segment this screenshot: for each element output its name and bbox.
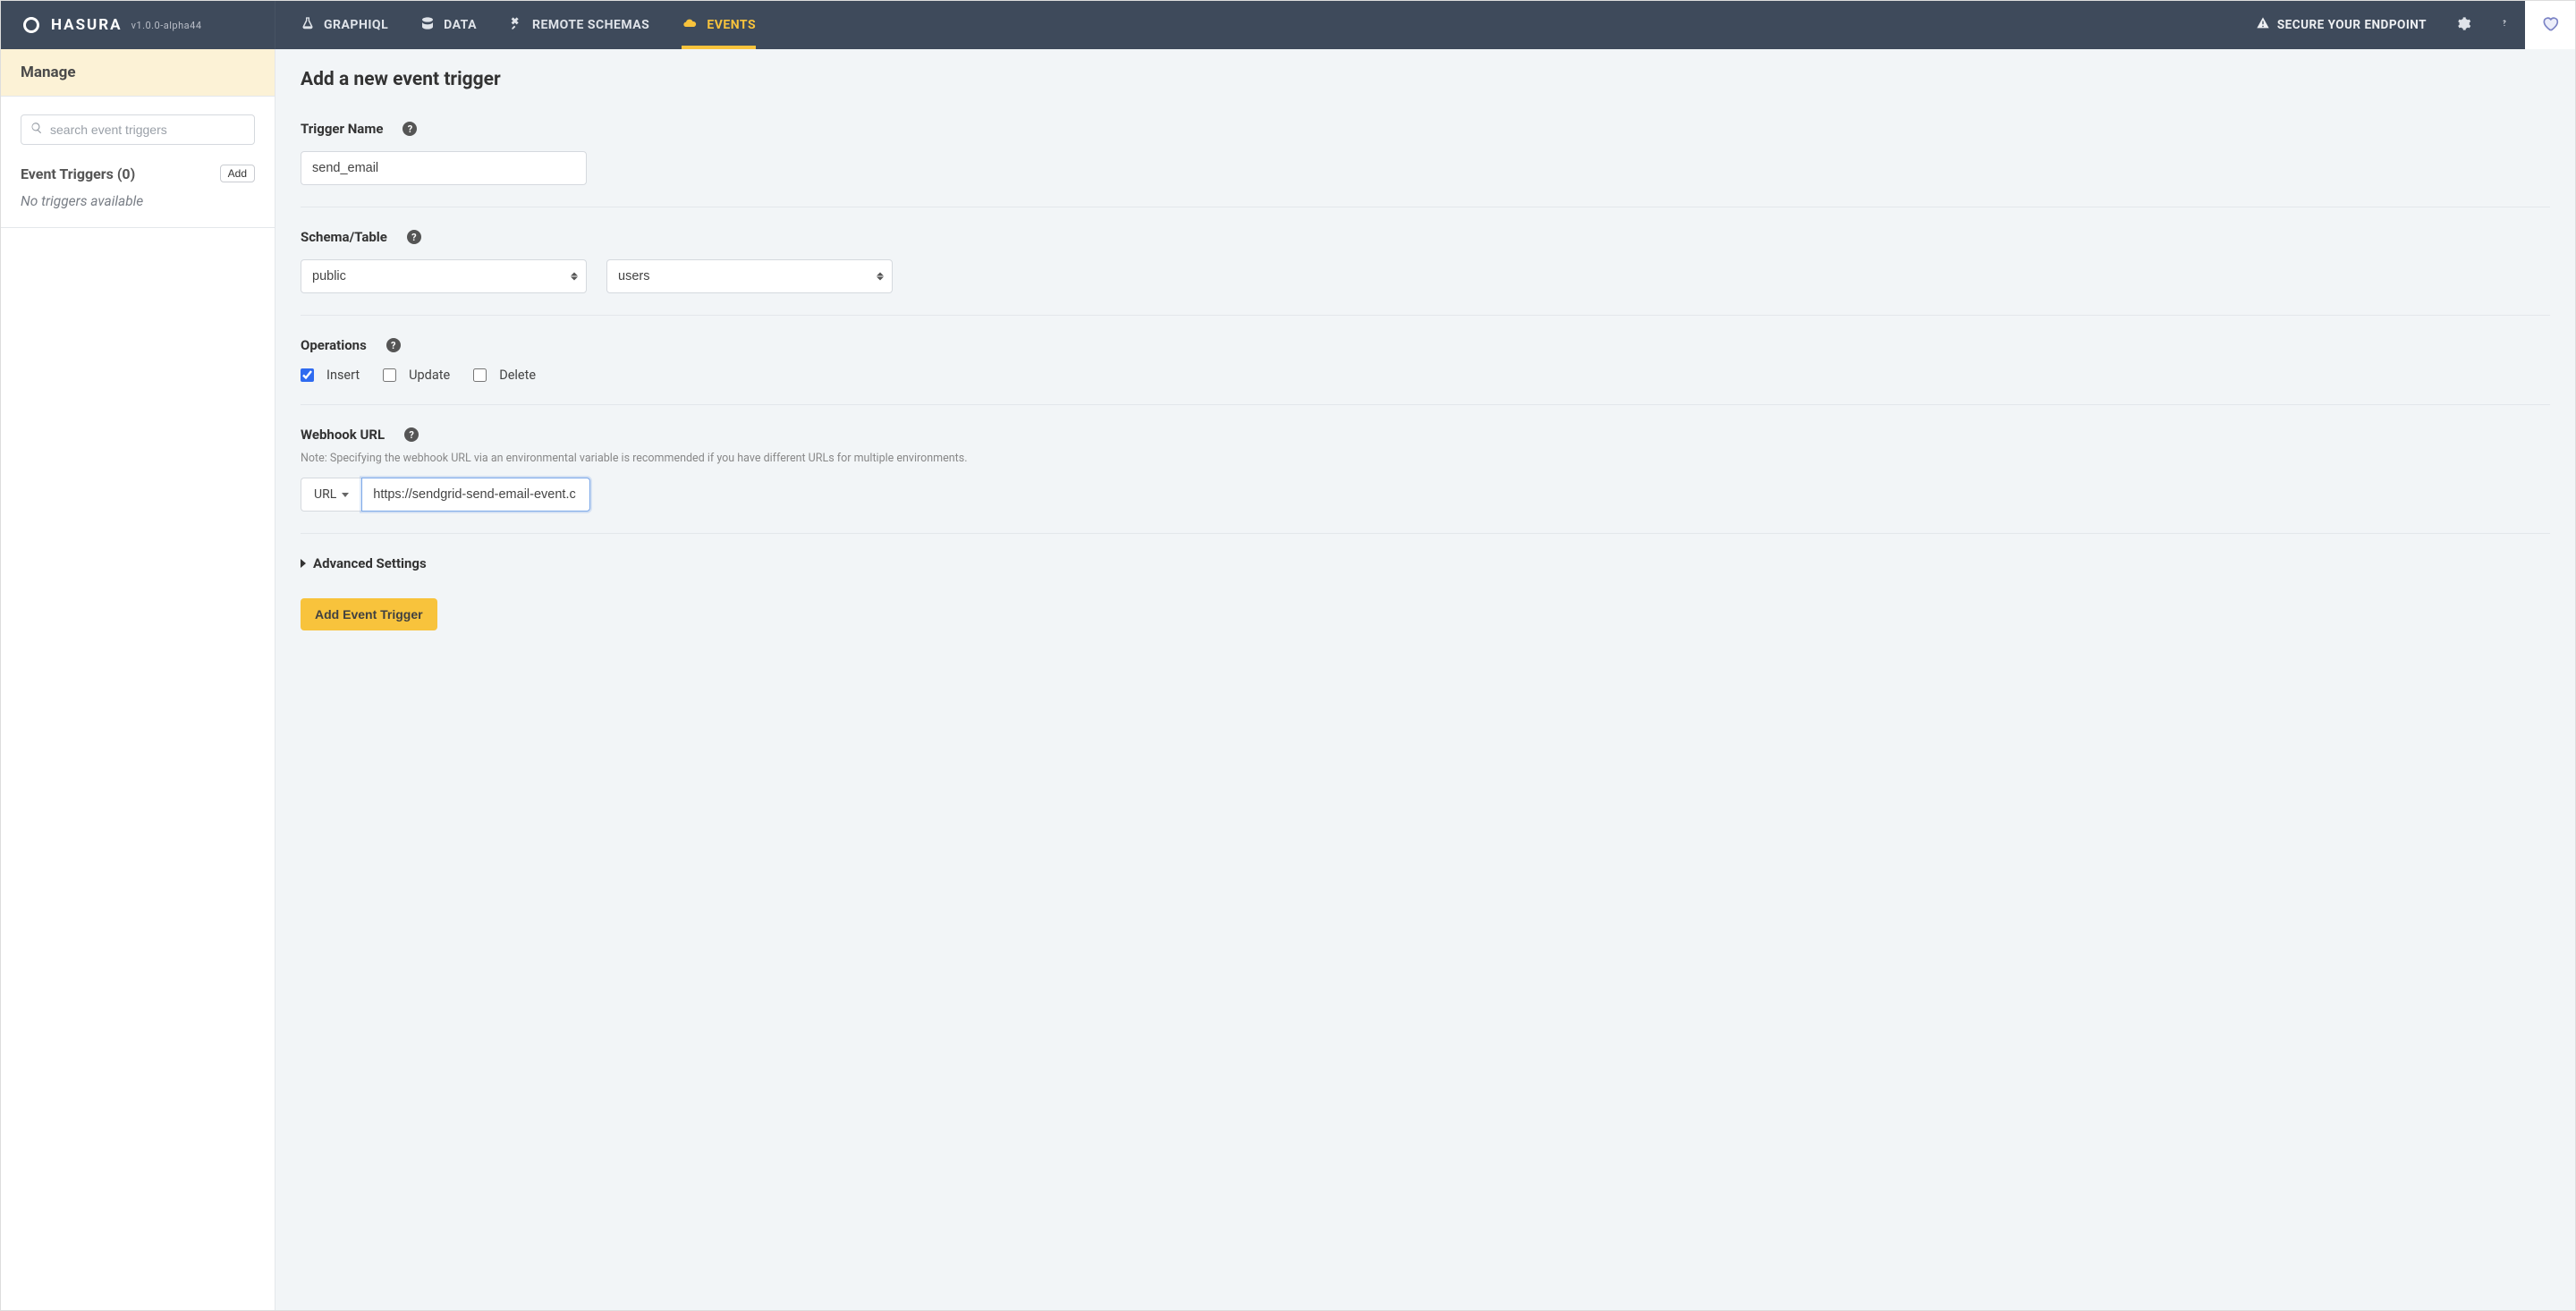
section-operations: Operations ? Insert Update Delete: [301, 337, 2550, 405]
help-button[interactable]: [2484, 1, 2525, 49]
schema-select-wrap: public: [301, 259, 587, 293]
settings-button[interactable]: [2443, 1, 2484, 49]
op-insert[interactable]: Insert: [301, 368, 360, 383]
operations-label-row: Operations ?: [301, 337, 2550, 353]
sidebar-manage-header[interactable]: Manage: [1, 49, 275, 97]
operations-label: Operations: [301, 337, 367, 353]
webhook-url-input[interactable]: [361, 478, 590, 512]
trigger-name-input[interactable]: [301, 151, 587, 185]
webhook-label-row: Webhook URL ?: [301, 427, 2550, 443]
advanced-settings-toggle[interactable]: Advanced Settings: [301, 555, 2550, 571]
operations-row: Insert Update Delete: [301, 368, 2550, 383]
op-delete-checkbox[interactable]: [473, 368, 487, 382]
tab-data[interactable]: DATA: [420, 1, 477, 49]
trigger-name-label: Trigger Name: [301, 121, 383, 137]
tab-events-label: EVENTS: [707, 18, 756, 32]
trigger-name-label-row: Trigger Name ?: [301, 121, 2550, 137]
tab-data-label: DATA: [444, 18, 477, 32]
triggers-header: Event Triggers (0): [21, 165, 135, 182]
op-update[interactable]: Update: [383, 368, 450, 383]
op-insert-label: Insert: [326, 368, 360, 383]
help-icon[interactable]: ?: [402, 122, 417, 136]
brand-version: v1.0.0-alpha44: [131, 20, 202, 31]
tab-graphiql-label: GRAPHIQL: [324, 18, 388, 32]
brand-name: HASURA: [51, 16, 123, 34]
schema-table-label: Schema/Table: [301, 229, 387, 245]
sidebar: Manage Event Triggers (0) Add No trigger…: [1, 49, 275, 1310]
tab-remote-schemas[interactable]: REMOTE SCHEMAS: [509, 1, 649, 49]
search-wrap: [21, 114, 255, 145]
table-select[interactable]: users: [606, 259, 893, 293]
webhook-label: Webhook URL: [301, 427, 385, 443]
webhook-url-row: URL: [301, 478, 2550, 512]
app-root: HASURA v1.0.0-alpha44 GRAPHIQL DATA R: [0, 0, 2576, 1311]
schema-table-label-row: Schema/Table ?: [301, 229, 2550, 245]
add-trigger-button[interactable]: Add: [220, 165, 255, 182]
tab-remote-schemas-label: REMOTE SCHEMAS: [532, 18, 649, 32]
search-icon: [30, 122, 43, 138]
nav-tabs: GRAPHIQL DATA REMOTE SCHEMAS EVENTS: [275, 1, 756, 49]
secure-endpoint-label: SECURE YOUR ENDPOINT: [2277, 18, 2427, 32]
help-icon[interactable]: ?: [404, 427, 419, 442]
op-insert-checkbox[interactable]: [301, 368, 314, 382]
sidebar-content: Event Triggers (0) Add No triggers avail…: [1, 97, 275, 228]
op-delete[interactable]: Delete: [473, 368, 536, 383]
top-nav: HASURA v1.0.0-alpha44 GRAPHIQL DATA R: [1, 1, 2575, 49]
section-webhook: Webhook URL ? Note: Specifying the webho…: [301, 427, 2550, 534]
webhook-url-type-dropdown[interactable]: URL: [301, 478, 361, 512]
database-icon: [420, 16, 435, 34]
search-input[interactable]: [50, 123, 245, 137]
question-icon: [2499, 16, 2510, 34]
body: Manage Event Triggers (0) Add No trigger…: [1, 49, 2575, 1310]
brand: HASURA v1.0.0-alpha44: [1, 1, 275, 49]
gear-icon: [2456, 16, 2471, 35]
secure-endpoint-link[interactable]: SECURE YOUR ENDPOINT: [2240, 1, 2443, 49]
section-trigger-name: Trigger Name ?: [301, 121, 2550, 207]
heart-icon: [2540, 14, 2560, 36]
op-delete-label: Delete: [499, 368, 536, 383]
cloud-icon: [682, 16, 698, 34]
chevron-down-icon: [342, 493, 349, 497]
triggers-header-row: Event Triggers (0) Add: [21, 165, 255, 182]
love-tab[interactable]: [2525, 1, 2575, 49]
op-update-label: Update: [409, 368, 450, 383]
warning-icon: [2256, 16, 2270, 34]
add-event-trigger-button[interactable]: Add Event Trigger: [301, 598, 437, 630]
op-update-checkbox[interactable]: [383, 368, 396, 382]
schema-select[interactable]: public: [301, 259, 587, 293]
page-title: Add a new event trigger: [301, 69, 2550, 90]
main: Add a new event trigger Trigger Name ? S…: [275, 49, 2575, 1310]
no-triggers-message: No triggers available: [21, 193, 255, 209]
help-icon[interactable]: ?: [386, 338, 401, 352]
tab-graphiql[interactable]: GRAPHIQL: [301, 1, 388, 49]
webhook-note: Note: Specifying the webhook URL via an …: [301, 452, 2550, 465]
brand-logo-icon: [21, 14, 42, 36]
table-select-wrap: users: [606, 259, 893, 293]
flask-icon: [301, 16, 315, 34]
tab-events[interactable]: EVENTS: [682, 1, 756, 49]
webhook-url-type-label: URL: [314, 487, 336, 502]
advanced-settings-label: Advanced Settings: [313, 555, 427, 571]
plug-icon: [509, 16, 523, 34]
nav-right: SECURE YOUR ENDPOINT: [2240, 1, 2575, 49]
section-schema-table: Schema/Table ? public users: [301, 229, 2550, 316]
help-icon[interactable]: ?: [407, 230, 421, 244]
chevron-right-icon: [301, 559, 306, 568]
